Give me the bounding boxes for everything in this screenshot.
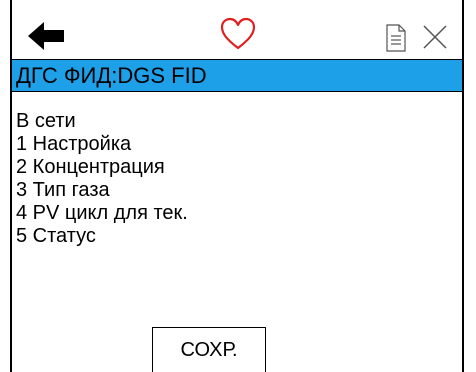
document-button[interactable] xyxy=(384,22,408,54)
connection-status: В сети xyxy=(16,110,76,132)
menu-item-concentration[interactable]: 2 Концентрация xyxy=(16,156,188,179)
favorite-button[interactable] xyxy=(218,14,258,54)
heart-icon xyxy=(220,17,256,50)
menu-item-gas-type[interactable]: 3 Тип газа xyxy=(16,179,188,202)
page-title: ДГС ФИД:DGS FID xyxy=(16,62,207,88)
menu-list: В сети 1 Настройка 2 Концентрация 3 Тип … xyxy=(16,110,188,248)
menu-item-setup[interactable]: 1 Настройка xyxy=(16,133,188,156)
close-button[interactable] xyxy=(420,22,450,52)
menu-item-status[interactable]: 5 Статус xyxy=(16,225,188,248)
back-button[interactable] xyxy=(26,20,66,52)
page-title-bar: ДГС ФИД:DGS FID xyxy=(12,59,462,92)
save-button-label: СОХР. xyxy=(180,338,238,361)
document-icon xyxy=(386,24,406,52)
device-screen: ДГС ФИД:DGS FID В сети 1 Настройка 2 Кон… xyxy=(10,0,464,372)
menu-item-pv-cycle[interactable]: 4 PV цикл для тек. xyxy=(16,202,188,225)
save-button[interactable]: СОХР. xyxy=(152,327,266,372)
close-icon xyxy=(423,25,447,49)
arrow-left-icon xyxy=(28,22,64,50)
